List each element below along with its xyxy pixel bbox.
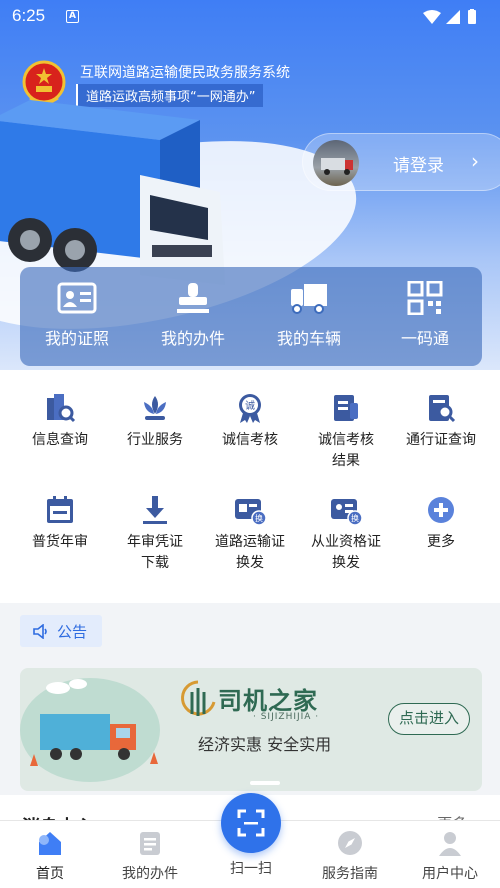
tab-label: 我的办件 [122,866,178,882]
notice-section: 公告 司机之家 · SIJIZHIJIA · 经济实惠 安全实用 点击进入 [0,603,500,803]
chevron-right-icon: › [471,149,479,173]
document-list-icon [140,832,160,855]
more-services-button[interactable]: 更多 [391,494,491,553]
pass-search-icon [429,395,456,423]
enter-button[interactable]: 点击进入 [388,703,470,735]
tab-label: 首页 [36,866,64,882]
certificate-download-button[interactable]: 年审凭证 下载 [105,494,205,574]
plus-circle-icon [428,497,454,523]
banner-slogan: 经济实惠 安全实用 [198,735,332,754]
calendar-icon [47,496,73,523]
banner-brand: 司机之家 [218,687,318,715]
status-bar: 6:25 A [0,0,500,34]
industry-service-button[interactable]: 行业服务 [105,392,205,451]
lotus-icon [144,396,166,420]
quick-label: 一码通 [400,329,449,348]
download-icon [143,496,167,524]
user-icon [439,832,461,856]
credit-result-button[interactable]: 诚信考核 结果 [296,392,396,472]
truck-icon [291,284,327,314]
avatar [313,140,359,186]
system-title: 互联网道路运输便民政务服务系统 [80,64,290,80]
credit-badge-icon: 诚 [239,394,261,423]
my-applications-button[interactable]: 我的办件 [138,281,248,349]
service-label-line2: 结果 [332,453,360,469]
truck-photo-icon [321,158,353,175]
info-query-button[interactable]: 信息查询 [10,392,110,451]
one-code-button[interactable]: 一码通 [370,281,480,349]
driver-home-banner[interactable]: 司机之家 · SIJIZHIJIA · 经济实惠 安全实用 点击进入 [20,668,482,791]
qualification-exchange-button[interactable]: 换 从业资格证 换发 [296,494,396,574]
qualification-exchange-icon: 换 [331,499,363,526]
id-card-icon [57,282,97,314]
scan-label: 扫一扫 [230,861,272,877]
banner-brand-sub: · SIJIZHIJIA · [253,712,320,722]
service-label: 年审凭证 [127,534,183,550]
credit-badge-text: 诚 [245,400,255,412]
scan-icon [237,809,265,837]
exchange-badge-text: 换 [351,513,359,523]
notification-app-icon: A [66,10,79,23]
tab-label: 服务指南 [322,866,378,882]
hero-header: 6:25 A 互联网道路运输便民政务服务系统 道路运政高频事项“一网通办” 请登… [0,0,500,370]
service-label-line2: 换发 [236,555,264,571]
quick-label: 我的证照 [44,329,109,348]
quick-actions-panel: 我的证照 我的办件 我的车辆 一码通 [20,267,482,366]
login-button[interactable]: 请登录 › [302,133,500,191]
banner-truck-illustration [20,678,160,782]
status-time: 6:25 [12,6,46,25]
scan-button[interactable] [221,793,281,853]
service-label: 诚信考核 [222,432,278,448]
notice-tab[interactable]: 公告 [20,615,102,647]
building-search-icon [47,394,76,423]
tab-my-applications[interactable]: 我的办件 [100,829,200,883]
tab-service-guide[interactable]: 服务指南 [300,829,400,883]
home-icon [39,832,61,855]
login-label: 请登录 [393,156,444,176]
service-label: 道路运输证 [215,534,285,550]
service-label: 普货年审 [32,534,88,550]
service-label: 诚信考核 [318,432,374,448]
tab-user-center[interactable]: 用户中心 [400,829,500,883]
service-label-line2: 下载 [141,555,169,571]
exchange-badge-text: 换 [255,513,263,523]
tab-label: 用户中心 [422,866,478,882]
my-vehicles-button[interactable]: 我的车辆 [254,281,364,349]
quick-label: 我的车辆 [276,329,341,348]
service-label: 行业服务 [127,432,183,448]
service-label: 通行证查询 [406,432,476,448]
service-label: 从业资格证 [311,534,381,550]
quick-label: 我的办件 [160,329,225,348]
tab-home[interactable]: 首页 [0,829,100,883]
status-icons [423,9,476,24]
pass-query-button[interactable]: 通行证查询 [391,392,491,451]
speaker-icon [33,624,47,639]
service-label-line2: 换发 [332,555,360,571]
truck-illustration [0,100,225,285]
service-label: 更多 [427,534,455,550]
annual-review-button[interactable]: 普货年审 [10,494,110,553]
service-label: 信息查询 [32,432,88,448]
transport-permit-exchange-button[interactable]: 换 道路运输证 换发 [200,494,300,574]
driver-home-logo-icon [181,680,216,716]
compass-icon [338,831,362,855]
service-grid: 信息查询 行业服务 诚 诚信考核 诚信考核 结果 通行证查询 普货年审 年审凭证… [0,370,500,603]
notice-label: 公告 [57,623,88,641]
stamp-icon [177,283,209,313]
my-licenses-button[interactable]: 我的证照 [22,281,132,349]
qr-code-icon [407,281,443,315]
carousel-indicator [250,781,280,785]
card-exchange-icon: 换 [235,499,267,526]
document-result-icon [334,395,358,421]
credit-assessment-button[interactable]: 诚 诚信考核 [200,392,300,451]
